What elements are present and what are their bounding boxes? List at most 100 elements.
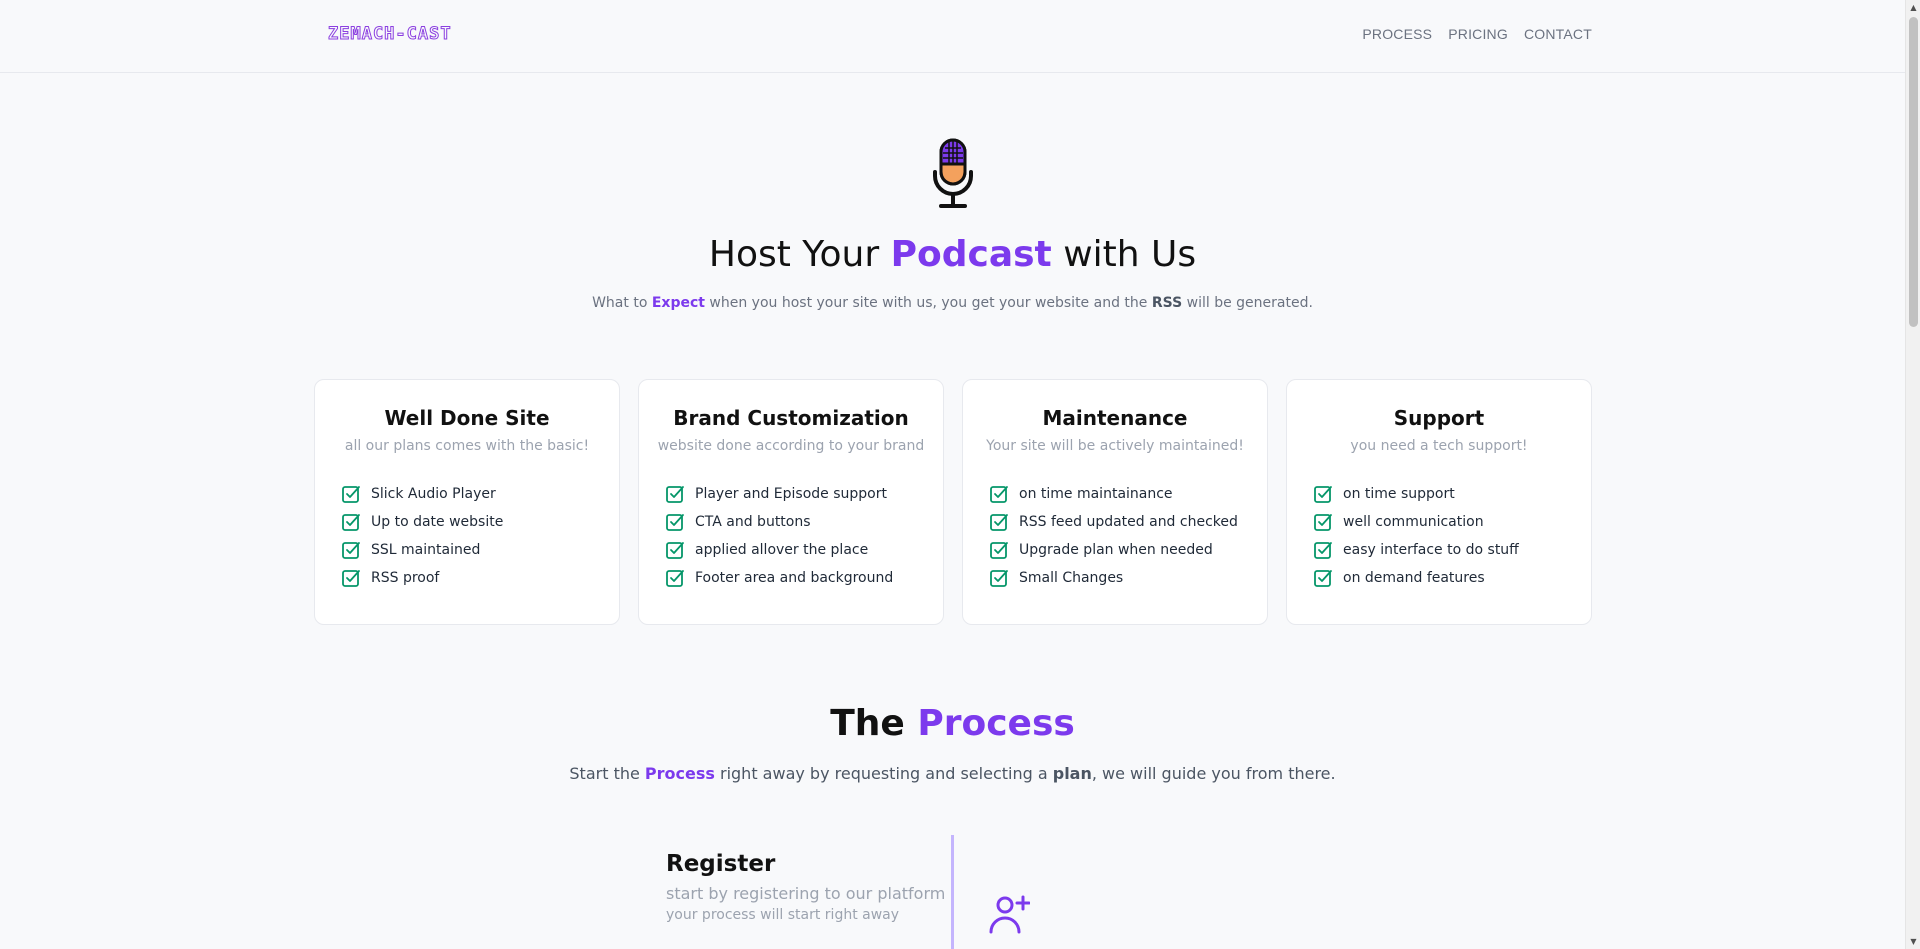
feature-item: Slick Audio Player [341, 480, 503, 508]
card-title: Support [1393, 406, 1485, 430]
page: ZEMACH-CAST PROCESS PRICING CONTACT Host… [0, 0, 1905, 949]
feature-item: Footer area and background [665, 564, 893, 592]
main-nav: PROCESS PRICING CONTACT [1362, 26, 1592, 42]
check-square-icon [666, 570, 684, 587]
check-square-icon [1314, 486, 1332, 503]
check-square-icon [990, 542, 1008, 559]
feature-item: RSS feed updated and checked [989, 508, 1238, 536]
hero-title: Host Your Podcast with Us [0, 234, 1905, 275]
feature-item: RSS proof [341, 564, 503, 592]
feature-card-brand-customization: Brand Customization website done accordi… [638, 379, 944, 625]
scroll-up-arrow-icon[interactable]: ▲ [1906, 0, 1920, 15]
feature-item: Up to date website [341, 508, 503, 536]
check-square-icon [1314, 514, 1332, 531]
feature-item: on time maintainance [989, 480, 1238, 508]
feature-card-well-done-site: Well Done Site all our plans comes with … [314, 379, 620, 625]
check-square-icon [342, 514, 360, 531]
hero-sub-part-2: when you host your site with us, you get… [704, 295, 1152, 311]
check-square-icon [1314, 570, 1332, 587]
feature-item: on demand features [1313, 564, 1519, 592]
vertical-scrollbar[interactable]: ▲ ▼ [1905, 0, 1920, 949]
top-navbar: ZEMACH-CAST PROCESS PRICING CONTACT [0, 0, 1905, 73]
card-title: Well Done Site [384, 406, 550, 430]
feature-list: on time support well communication easy … [1313, 480, 1519, 592]
check-square-icon [1314, 542, 1332, 559]
hero-title-after: with Us [1051, 234, 1197, 275]
process-sub-part-3: , we will guide you from there. [1091, 764, 1336, 783]
card-title: Maintenance [1042, 406, 1188, 430]
step-note: your process will start right away [666, 907, 900, 923]
scroll-thumb[interactable] [1909, 17, 1918, 327]
check-square-icon [990, 514, 1008, 531]
hero-sub-part-1: What to [592, 295, 652, 311]
feature-item: Upgrade plan when needed [989, 536, 1238, 564]
feature-item-label: on time maintainance [1019, 486, 1173, 502]
feature-item: Small Changes [989, 564, 1238, 592]
step-title: Register [666, 851, 776, 877]
hero-title-before: Host Your [708, 234, 891, 275]
card-subtitle: all our plans comes with the basic! [344, 438, 590, 454]
check-square-icon [342, 486, 360, 503]
feature-item: easy interface to do stuff [1313, 536, 1519, 564]
feature-item-label: Slick Audio Player [371, 486, 496, 502]
check-square-icon [990, 570, 1008, 587]
feature-item: applied allover the place [665, 536, 893, 564]
nav-link-pricing[interactable]: PRICING [1448, 26, 1508, 42]
feature-item-label: applied allover the place [695, 542, 869, 558]
process-sub-part-1: Start the [569, 764, 645, 783]
feature-item: Player and Episode support [665, 480, 893, 508]
feature-item-label: Upgrade plan when needed [1019, 542, 1213, 558]
hero-sub-expect: Expect [651, 295, 705, 311]
feature-list: Player and Episode support CTA and butto… [665, 480, 893, 592]
check-square-icon [990, 486, 1008, 503]
process-sub-process: Process [644, 764, 715, 783]
hero-title-highlight: Podcast [890, 234, 1052, 275]
feature-item-label: Small Changes [1019, 570, 1124, 586]
check-square-icon [666, 514, 684, 531]
feature-item-label: Footer area and background [695, 570, 894, 586]
hero-sub-part-3: will be generated. [1182, 295, 1313, 311]
nav-link-contact[interactable]: CONTACT [1524, 26, 1592, 42]
feature-item-label: easy interface to do stuff [1343, 542, 1519, 558]
card-subtitle: Your site will be actively maintained! [986, 438, 1244, 454]
card-title: Brand Customization [673, 406, 909, 430]
feature-item-label: on time support [1343, 486, 1455, 502]
timeline-line [951, 835, 954, 949]
process-sub-part-2: right away by requesting and selecting a [714, 764, 1053, 783]
feature-card-maintenance: Maintenance Your site will be actively m… [962, 379, 1268, 625]
card-subtitle: you need a tech support! [1350, 438, 1528, 454]
feature-item-label: RSS proof [371, 570, 440, 586]
process-title-highlight: Process [917, 703, 1075, 744]
check-square-icon [342, 542, 360, 559]
feature-item-label: Up to date website [371, 514, 504, 530]
feature-item: well communication [1313, 508, 1519, 536]
microphone-icon [933, 138, 973, 208]
hero-subtitle: What to Expect when you host your site w… [0, 295, 1905, 311]
feature-list: Slick Audio Player Up to date website SS… [341, 480, 503, 592]
feature-item-label: RSS feed updated and checked [1019, 514, 1238, 530]
feature-card-support: Support you need a tech support! on time… [1286, 379, 1592, 625]
process-sub-plan: plan [1052, 764, 1092, 783]
scroll-down-arrow-icon[interactable]: ▼ [1906, 934, 1920, 949]
feature-item-label: SSL maintained [371, 542, 481, 558]
feature-item-label: Player and Episode support [695, 486, 887, 502]
hero-sub-rss: RSS [1151, 295, 1183, 311]
feature-item: CTA and buttons [665, 508, 893, 536]
process-title: The Process [0, 703, 1905, 744]
feature-item-label: on demand features [1343, 570, 1485, 586]
check-square-icon [342, 570, 360, 587]
check-square-icon [666, 542, 684, 559]
feature-item-label: CTA and buttons [695, 514, 811, 530]
user-plus-icon [989, 895, 1030, 934]
feature-item: SSL maintained [341, 536, 503, 564]
process-subtitle: Start the Process right away by requesti… [0, 764, 1905, 783]
feature-item-label: well communication [1343, 514, 1484, 530]
check-square-icon [666, 486, 684, 503]
step-description: start by registering to our platform [666, 884, 946, 903]
nav-link-process[interactable]: PROCESS [1362, 26, 1432, 42]
feature-list: on time maintainance RSS feed updated an… [989, 480, 1238, 592]
brand-logo[interactable]: ZEMACH-CAST [328, 24, 452, 45]
process-title-before: The [830, 703, 918, 744]
card-subtitle: website done according to your brand [657, 438, 925, 454]
feature-item: on time support [1313, 480, 1519, 508]
